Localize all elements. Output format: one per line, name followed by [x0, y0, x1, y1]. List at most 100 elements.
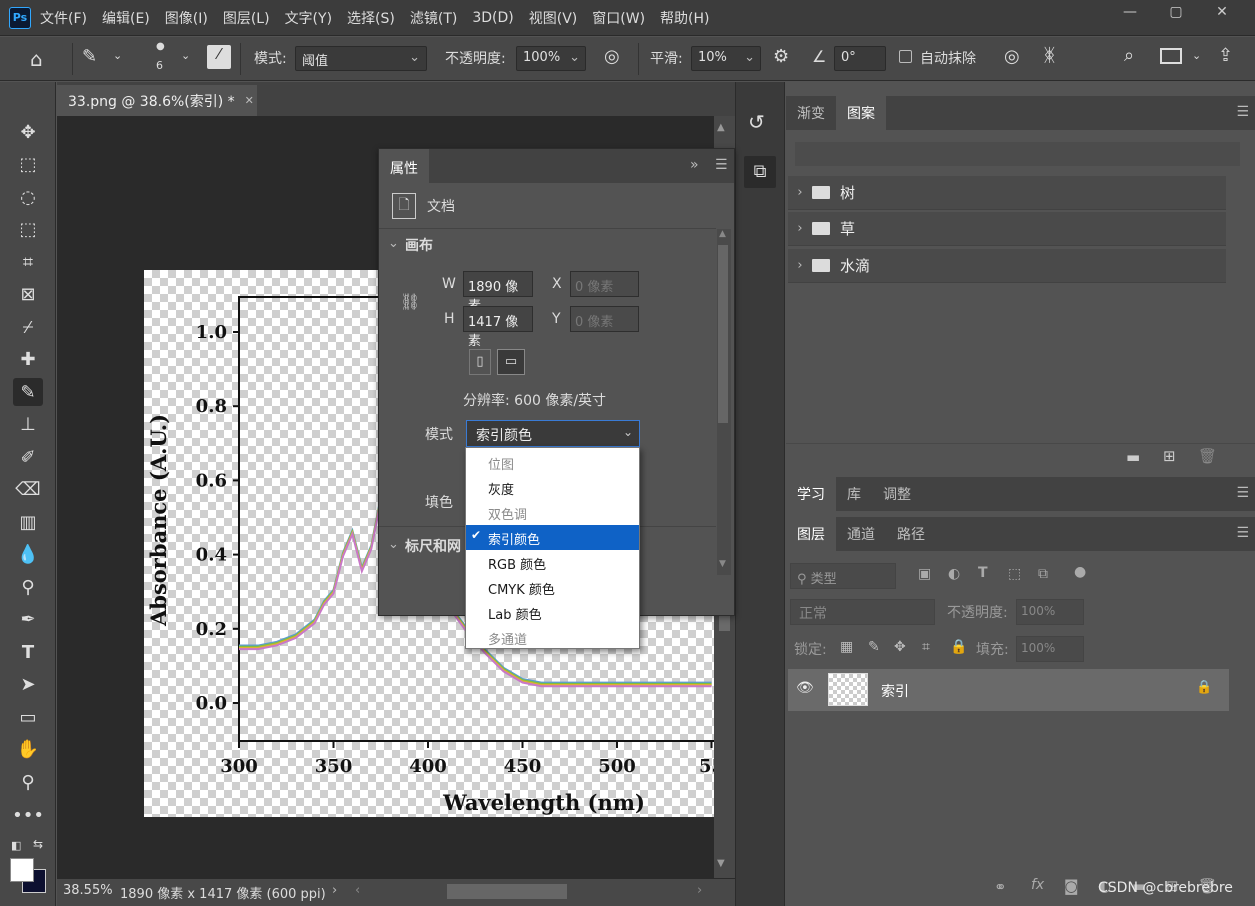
y-input[interactable]: 0 像素 [570, 306, 639, 332]
layer-filter-select[interactable]: ⚲ 类型 [790, 563, 896, 589]
menu-type[interactable]: 文字(Y) [285, 8, 332, 28]
layer-opacity-input[interactable]: 100% [1016, 599, 1084, 625]
link-dimensions-icon[interactable]: ⛓ [400, 292, 420, 311]
menu-filter[interactable]: 滤镜(T) [410, 8, 457, 28]
lock-artboard-icon[interactable]: ⌗ [922, 639, 930, 655]
new-folder-icon[interactable]: ▬ [1126, 448, 1140, 466]
type-tool-icon[interactable]: T [13, 638, 43, 666]
lock-position-icon[interactable]: ✥ [894, 639, 906, 655]
minimize-button[interactable]: — [1107, 4, 1153, 20]
lock-pixels-icon[interactable]: ✎ [868, 639, 880, 655]
auto-erase-checkbox[interactable] [899, 50, 912, 63]
height-input[interactable]: 1417 像素 [463, 306, 533, 349]
more-tools-icon[interactable]: ••• [12, 801, 44, 829]
eraser-tool-icon[interactable]: ⌫ [13, 475, 43, 503]
blend-mode-select[interactable]: 正常 [790, 599, 935, 625]
pressure-opacity-icon[interactable]: ◎ [604, 46, 620, 67]
search-icon[interactable]: ⌕ [1124, 45, 1134, 66]
landscape-orientation-icon[interactable]: ▭ [497, 349, 525, 375]
frame-tool-icon[interactable]: ⊠ [13, 280, 43, 308]
panel-menu-icon[interactable]: ☰ [1236, 525, 1249, 541]
pattern-search-field[interactable] [795, 142, 1240, 166]
filter-type-icon[interactable]: T [978, 565, 988, 581]
pencil-preset-icon[interactable]: ✎ [82, 46, 97, 67]
scroll-left-icon[interactable]: ‹ [355, 883, 360, 898]
mode-option-lab[interactable]: Lab 颜色 [466, 600, 639, 625]
pattern-folder[interactable]: › 树 [788, 176, 1226, 210]
layer-effects-icon[interactable]: fx [1031, 877, 1044, 893]
tab-learn[interactable]: 学习 [786, 477, 836, 511]
zoom-level[interactable]: 38.55% [63, 883, 113, 898]
fill-input[interactable]: 100% [1016, 636, 1084, 662]
menu-layer[interactable]: 图层(L) [223, 8, 270, 28]
mode-option-cmyk[interactable]: CMYK 颜色 [466, 575, 639, 600]
clone-stamp-tool-icon[interactable]: ⊥ [13, 410, 43, 438]
brush-tip-icon[interactable]: ● [156, 41, 165, 52]
link-layers-icon[interactable]: ⚭ [994, 878, 1007, 896]
tab-libraries[interactable]: 库 [836, 477, 872, 511]
pattern-folder[interactable]: › 水滴 [788, 249, 1226, 283]
mode-select[interactable]: 阈值 ⌄ [295, 46, 427, 71]
pencil-tool-icon[interactable]: ✎ [13, 378, 43, 406]
filter-smart-object-icon[interactable]: ⧉ [1038, 566, 1048, 582]
mode-option-grayscale[interactable]: 灰度 [466, 475, 639, 500]
share-icon[interactable]: ⇪ [1218, 45, 1233, 66]
status-menu-chevron-icon[interactable]: › [332, 883, 337, 898]
mode-option-indexed[interactable]: ✔ 索引颜色 [466, 525, 639, 550]
dodge-tool-icon[interactable]: ⚲ [13, 573, 43, 601]
chevron-down-icon[interactable]: ⌄ [388, 537, 399, 552]
angle-input[interactable]: 0° [834, 46, 886, 71]
layer-mask-icon[interactable]: ◙ [1064, 877, 1079, 895]
pattern-folder[interactable]: › 草 [788, 212, 1226, 246]
color-mode-select[interactable]: 索引颜色 ⌄ [466, 420, 640, 447]
mode-option-rgb[interactable]: RGB 颜色 [466, 550, 639, 575]
properties-panel-icon[interactable]: ⧉ [744, 156, 776, 188]
layer-row[interactable]: 👁 索引 🔒 [788, 669, 1229, 711]
blur-tool-icon[interactable]: 💧 [13, 540, 43, 568]
menu-view[interactable]: 视图(V) [529, 8, 578, 28]
path-select-tool-icon[interactable]: ➤ [13, 670, 43, 698]
x-input[interactable]: 0 像素 [570, 271, 639, 297]
filter-pixel-icon[interactable]: ▣ [918, 566, 931, 582]
swap-colors-icon[interactable]: ⇆ [33, 837, 43, 851]
pressure-size-icon[interactable]: ◎ [1004, 46, 1020, 67]
chevron-down-icon[interactable]: ⌄ [1192, 49, 1201, 62]
chevron-down-icon[interactable]: ⌄ [181, 49, 190, 62]
chevron-down-icon[interactable]: ⌄ [388, 236, 399, 251]
filter-shape-icon[interactable]: ⬚ [1008, 566, 1021, 582]
object-select-tool-icon[interactable]: ⬚ [13, 215, 43, 243]
menu-image[interactable]: 图像(I) [165, 8, 208, 28]
filter-adjustment-icon[interactable]: ◐ [948, 566, 960, 582]
menu-edit[interactable]: 编辑(E) [102, 8, 150, 28]
hand-tool-icon[interactable]: ✋ [13, 735, 43, 763]
eye-icon[interactable]: 👁 [796, 680, 814, 696]
default-colors-icon[interactable]: ◧ [11, 839, 21, 852]
collapse-panel-icon[interactable]: » [690, 157, 699, 173]
scroll-right-icon[interactable]: › [697, 883, 702, 898]
new-pattern-icon[interactable]: ⊞ [1163, 447, 1176, 465]
scroll-down-icon[interactable]: ▼ [717, 858, 725, 869]
gear-icon[interactable]: ⚙ [773, 46, 789, 67]
workspace-icon[interactable] [1160, 48, 1182, 64]
tab-patterns[interactable]: 图案 [836, 96, 886, 130]
foreground-color-swatch[interactable] [10, 858, 34, 882]
menu-file[interactable]: 文件(F) [40, 8, 87, 28]
close-window-button[interactable]: ✕ [1199, 4, 1245, 20]
portrait-orientation-icon[interactable]: ▯ [469, 349, 491, 375]
lock-transparent-icon[interactable]: ▦ [840, 639, 853, 655]
tab-gradients[interactable]: 渐变 [786, 96, 836, 130]
tab-layers[interactable]: 图层 [786, 517, 836, 551]
rectangle-tool-icon[interactable]: ▭ [13, 703, 43, 731]
menu-3d[interactable]: 3D(D) [472, 10, 513, 26]
tab-channels[interactable]: 通道 [836, 517, 886, 551]
crop-tool-icon[interactable]: ⌗ [13, 248, 43, 276]
panel-menu-icon[interactable]: ☰ [1236, 104, 1249, 120]
zoom-tool-icon[interactable]: ⚲ [13, 768, 43, 796]
filter-toggle-icon[interactable]: ● [1074, 564, 1086, 580]
close-tab-icon[interactable]: ✕ [245, 94, 254, 107]
gradient-tool-icon[interactable]: ▥ [13, 508, 43, 536]
symmetry-butterfly-icon[interactable]: ᛤ [1044, 45, 1055, 66]
scroll-up-icon[interactable]: ▲ [717, 122, 725, 133]
history-brush-tool-icon[interactable]: ✐ [13, 443, 43, 471]
menu-help[interactable]: 帮助(H) [660, 8, 709, 28]
